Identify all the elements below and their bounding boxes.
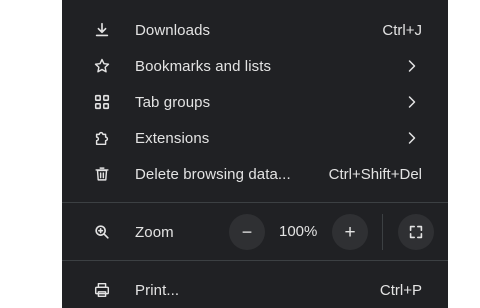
zoom-separator <box>382 214 383 250</box>
menu-item-label: Delete browsing data... <box>135 165 291 183</box>
menu-item-tab-groups[interactable]: Tab groups <box>62 84 448 120</box>
menu-item-label: Bookmarks and lists <box>135 57 272 75</box>
star-icon <box>92 56 112 76</box>
printer-icon <box>92 280 112 300</box>
trash-icon <box>92 164 112 184</box>
shortcut-text: Ctrl+P <box>379 281 422 299</box>
chevron-right-icon <box>406 58 418 74</box>
menu-item-downloads[interactable]: Downloads Ctrl+J <box>62 12 448 48</box>
menu-item-label: Print... <box>135 281 180 299</box>
menu-item-label: Extensions <box>135 129 210 147</box>
menu-divider <box>62 260 448 261</box>
zoom-icon <box>92 222 112 242</box>
chevron-right-icon <box>406 94 418 110</box>
menu-item-label: Downloads <box>135 21 211 39</box>
menu-item-bookmarks[interactable]: Bookmarks and lists <box>62 48 448 84</box>
menu-item-label: Tab groups <box>135 93 211 111</box>
chevron-right-icon <box>406 130 418 146</box>
minus-icon: − <box>241 222 253 242</box>
fullscreen-button[interactable] <box>398 214 434 250</box>
zoom-label: Zoom <box>135 223 174 241</box>
tab-groups-icon <box>92 92 112 112</box>
download-icon <box>92 20 112 40</box>
zoom-out-button[interactable]: − <box>229 214 265 250</box>
chrome-menu: Downloads Ctrl+J Bookmarks and lists Tab… <box>62 0 448 308</box>
extensions-icon <box>92 128 112 148</box>
zoom-value: 100% <box>279 223 318 240</box>
shortcut-text: Ctrl+Shift+Del <box>328 165 422 183</box>
menu-item-extensions[interactable]: Extensions <box>62 120 448 156</box>
menu-item-delete-browsing-data[interactable]: Delete browsing data... Ctrl+Shift+Del <box>62 156 448 192</box>
menu-divider <box>62 202 448 203</box>
fullscreen-icon <box>407 223 425 241</box>
plus-icon: + <box>344 221 356 243</box>
menu-item-print[interactable]: Print... Ctrl+P <box>62 272 448 308</box>
shortcut-text: Ctrl+J <box>382 21 422 39</box>
zoom-in-button[interactable]: + <box>332 214 368 250</box>
